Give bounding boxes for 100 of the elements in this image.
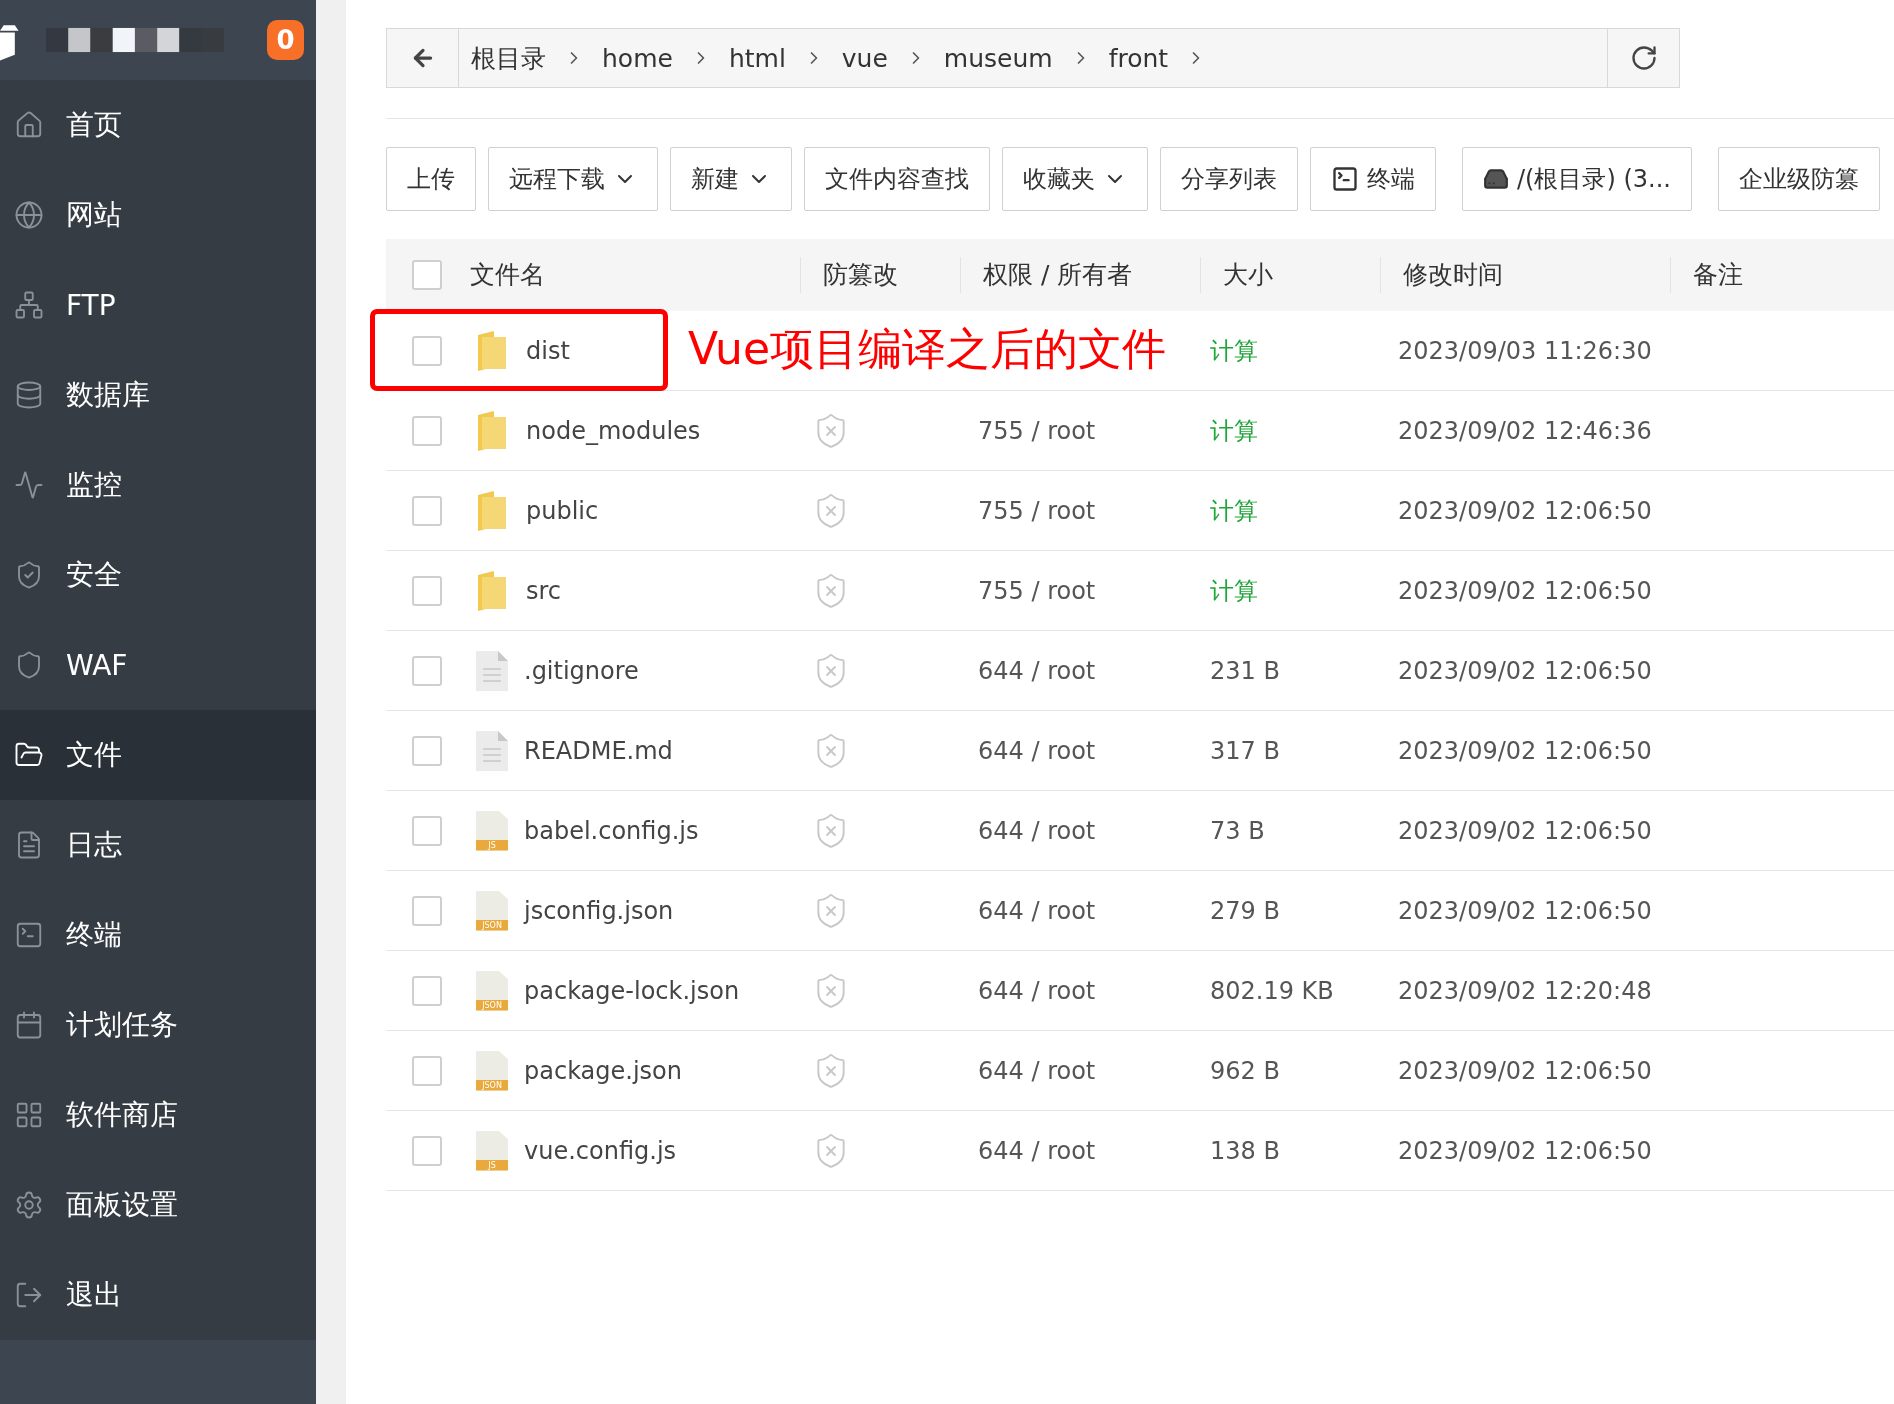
toolbar-button[interactable]: 新建	[670, 147, 792, 211]
toolbar-button[interactable]: 终端	[1310, 147, 1436, 211]
column-header: 修改时间	[1380, 257, 1670, 293]
chart-icon	[14, 470, 44, 500]
sidebar-item[interactable]: 数据库	[0, 350, 316, 440]
modified-time: 2023/09/02 12:06:50	[1397, 656, 1653, 685]
file-name[interactable]: package-lock.json	[524, 976, 740, 1005]
toolbar-button[interactable]: 文件内容查找	[804, 147, 990, 211]
file-name[interactable]: .gitignore	[524, 656, 639, 685]
permission-text: 755 / root	[977, 416, 1097, 445]
toolbar-button[interactable]: 远程下载	[488, 147, 658, 211]
toolbar-button[interactable]: 企业级防篡	[1717, 147, 1880, 211]
sidebar-item[interactable]: 监控	[0, 440, 316, 530]
sidebar-item[interactable]: WAF	[0, 620, 316, 710]
permission-text: 644 / root	[977, 736, 1097, 765]
network-icon	[14, 290, 44, 320]
breadcrumb-link[interactable]: front	[1108, 43, 1169, 73]
permission-text: 755 / root	[977, 576, 1097, 605]
modified-time: 2023/09/02 12:46:36	[1397, 416, 1653, 445]
terminal-icon	[14, 920, 44, 950]
breadcrumb-link[interactable]: museum	[943, 43, 1053, 73]
settings-icon	[14, 1190, 44, 1220]
file-name[interactable]: src	[526, 576, 562, 605]
code-file-icon: JSON	[476, 970, 508, 1011]
sidebar-item[interactable]: 软件商店	[0, 1070, 316, 1160]
modified-time: 2023/09/02 12:06:50	[1397, 896, 1653, 925]
file-size: 279 B	[1209, 896, 1281, 925]
file-size: 231 B	[1209, 656, 1281, 685]
checkbox[interactable]	[412, 260, 442, 290]
sidebar-item[interactable]: 首页	[0, 80, 316, 170]
checkbox[interactable]	[412, 895, 442, 926]
checkbox[interactable]	[412, 655, 442, 686]
permission-text: 644 / root	[977, 816, 1097, 845]
permission-text: 644 / root	[977, 1056, 1097, 1085]
file-name[interactable]: package.json	[524, 1056, 682, 1085]
toolbar-button[interactable]: 上传	[386, 147, 476, 211]
breadcrumb-link[interactable]: 根目录	[471, 41, 546, 75]
toolbar-button[interactable]: /(根目录) (3...	[1462, 147, 1692, 211]
file-size: 317 B	[1209, 736, 1281, 765]
file-name[interactable]: node_modules	[526, 416, 701, 445]
file-name[interactable]: dist	[526, 336, 570, 365]
column-header: 备注	[1670, 257, 1894, 293]
column-header: 文件名	[470, 259, 546, 291]
checkbox[interactable]	[412, 735, 442, 766]
permission-text: 644 / root	[977, 896, 1097, 925]
code-file-icon: JS	[476, 1130, 508, 1171]
checkbox[interactable]	[412, 1055, 442, 1086]
file-size: 138 B	[1209, 1136, 1281, 1165]
file-name[interactable]: babel.config.js	[524, 816, 699, 845]
file-size: 962 B	[1209, 1056, 1281, 1085]
checkbox[interactable]	[412, 975, 442, 1006]
checkbox[interactable]	[412, 495, 442, 526]
sidebar-item[interactable]: 安全	[0, 530, 316, 620]
file-name[interactable]: README.md	[524, 736, 673, 765]
code-file-icon: JS	[476, 810, 508, 851]
file-name[interactable]: public	[526, 496, 599, 525]
modified-time: 2023/09/02 12:06:50	[1397, 496, 1653, 525]
modified-time: 2023/09/03 11:26:30	[1397, 336, 1653, 365]
breadcrumb-link[interactable]: html	[728, 43, 786, 73]
sidebar-item[interactable]: 面板设置	[0, 1160, 316, 1250]
modified-time: 2023/09/02 12:06:50	[1397, 576, 1653, 605]
file-name[interactable]: jsconfig.json	[524, 896, 674, 925]
checkbox[interactable]	[412, 335, 442, 366]
column-header: 权限 / 所有者	[960, 257, 1200, 293]
permission-text: 755 / root	[977, 496, 1097, 525]
annotation-text: Vue项目编译之后的文件	[688, 322, 1167, 376]
permission-text: 644 / root	[977, 656, 1097, 685]
refresh-icon	[1629, 44, 1658, 72]
sidebar-item[interactable]: 退出	[0, 1250, 316, 1340]
file-size: 802.19 KB	[1209, 976, 1335, 1005]
checkbox[interactable]	[412, 415, 442, 446]
toolbar-button[interactable]: 收藏夹	[1002, 147, 1148, 211]
column-header: 防篡改	[800, 257, 960, 293]
sidebar-item[interactable]: 文件	[0, 710, 316, 800]
database-icon	[14, 380, 44, 410]
sidebar-item[interactable]: 日志	[0, 800, 316, 890]
sidebar-item[interactable]: 终端	[0, 890, 316, 980]
sidebar-item[interactable]: 计划任务	[0, 980, 316, 1070]
breadcrumb-link[interactable]: vue	[841, 43, 888, 73]
sidebar-item[interactable]: FTP	[0, 260, 316, 350]
code-file-icon: JSON	[476, 1050, 508, 1091]
toolbar-button[interactable]: 分享列表	[1160, 147, 1298, 211]
checkbox[interactable]	[412, 815, 442, 846]
terminal-icon	[1331, 165, 1359, 193]
modified-time: 2023/09/02 12:20:48	[1397, 976, 1653, 1005]
grid-icon	[14, 1100, 44, 1130]
logout-icon	[14, 1280, 44, 1310]
sidebar-item[interactable]: 网站	[0, 170, 316, 260]
file-name[interactable]: vue.config.js	[524, 1136, 677, 1165]
breadcrumb-link[interactable]: home	[602, 43, 673, 73]
modified-time: 2023/09/02 12:06:50	[1397, 816, 1653, 845]
globe-icon	[14, 200, 44, 230]
modified-time: 2023/09/02 12:06:50	[1397, 736, 1653, 765]
file-size: 73 B	[1209, 816, 1266, 845]
column-header: 大小	[1200, 257, 1380, 293]
permission-text: 644 / root	[977, 976, 1097, 1005]
checkbox[interactable]	[412, 1135, 442, 1166]
modified-time: 2023/09/02 12:06:50	[1397, 1136, 1653, 1165]
checkbox[interactable]	[412, 575, 442, 606]
house-icon	[14, 110, 44, 140]
